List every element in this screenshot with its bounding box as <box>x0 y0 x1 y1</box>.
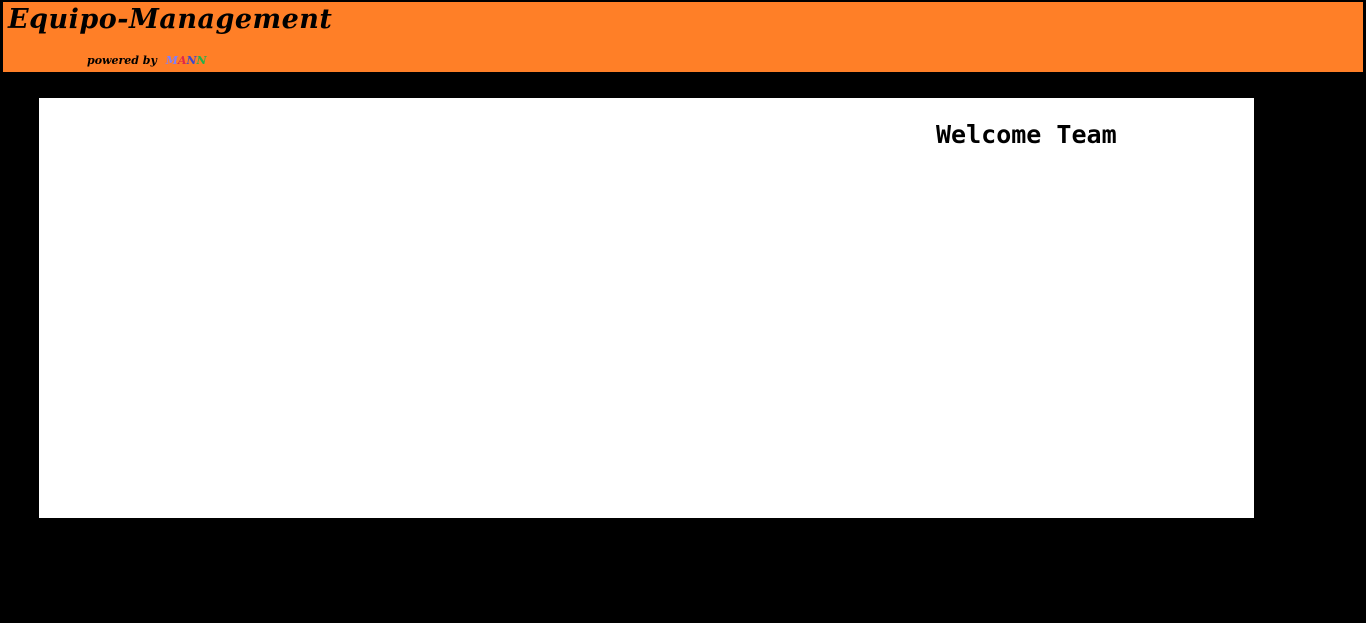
brand-logo: MANN <box>166 54 207 67</box>
brand-letter: N <box>186 54 197 67</box>
brand-letter: N <box>196 54 207 67</box>
brand-letter: M <box>165 54 178 67</box>
app-header: Equipo-Management powered by MANN <box>2 1 1364 73</box>
powered-by-line: powered by MANN <box>87 54 207 67</box>
powered-by-label: powered by <box>87 54 157 67</box>
content-panel: Welcome Team <box>39 98 1254 518</box>
app-title: Equipo-Management <box>8 4 333 35</box>
welcome-heading: Welcome Team <box>936 120 1117 149</box>
